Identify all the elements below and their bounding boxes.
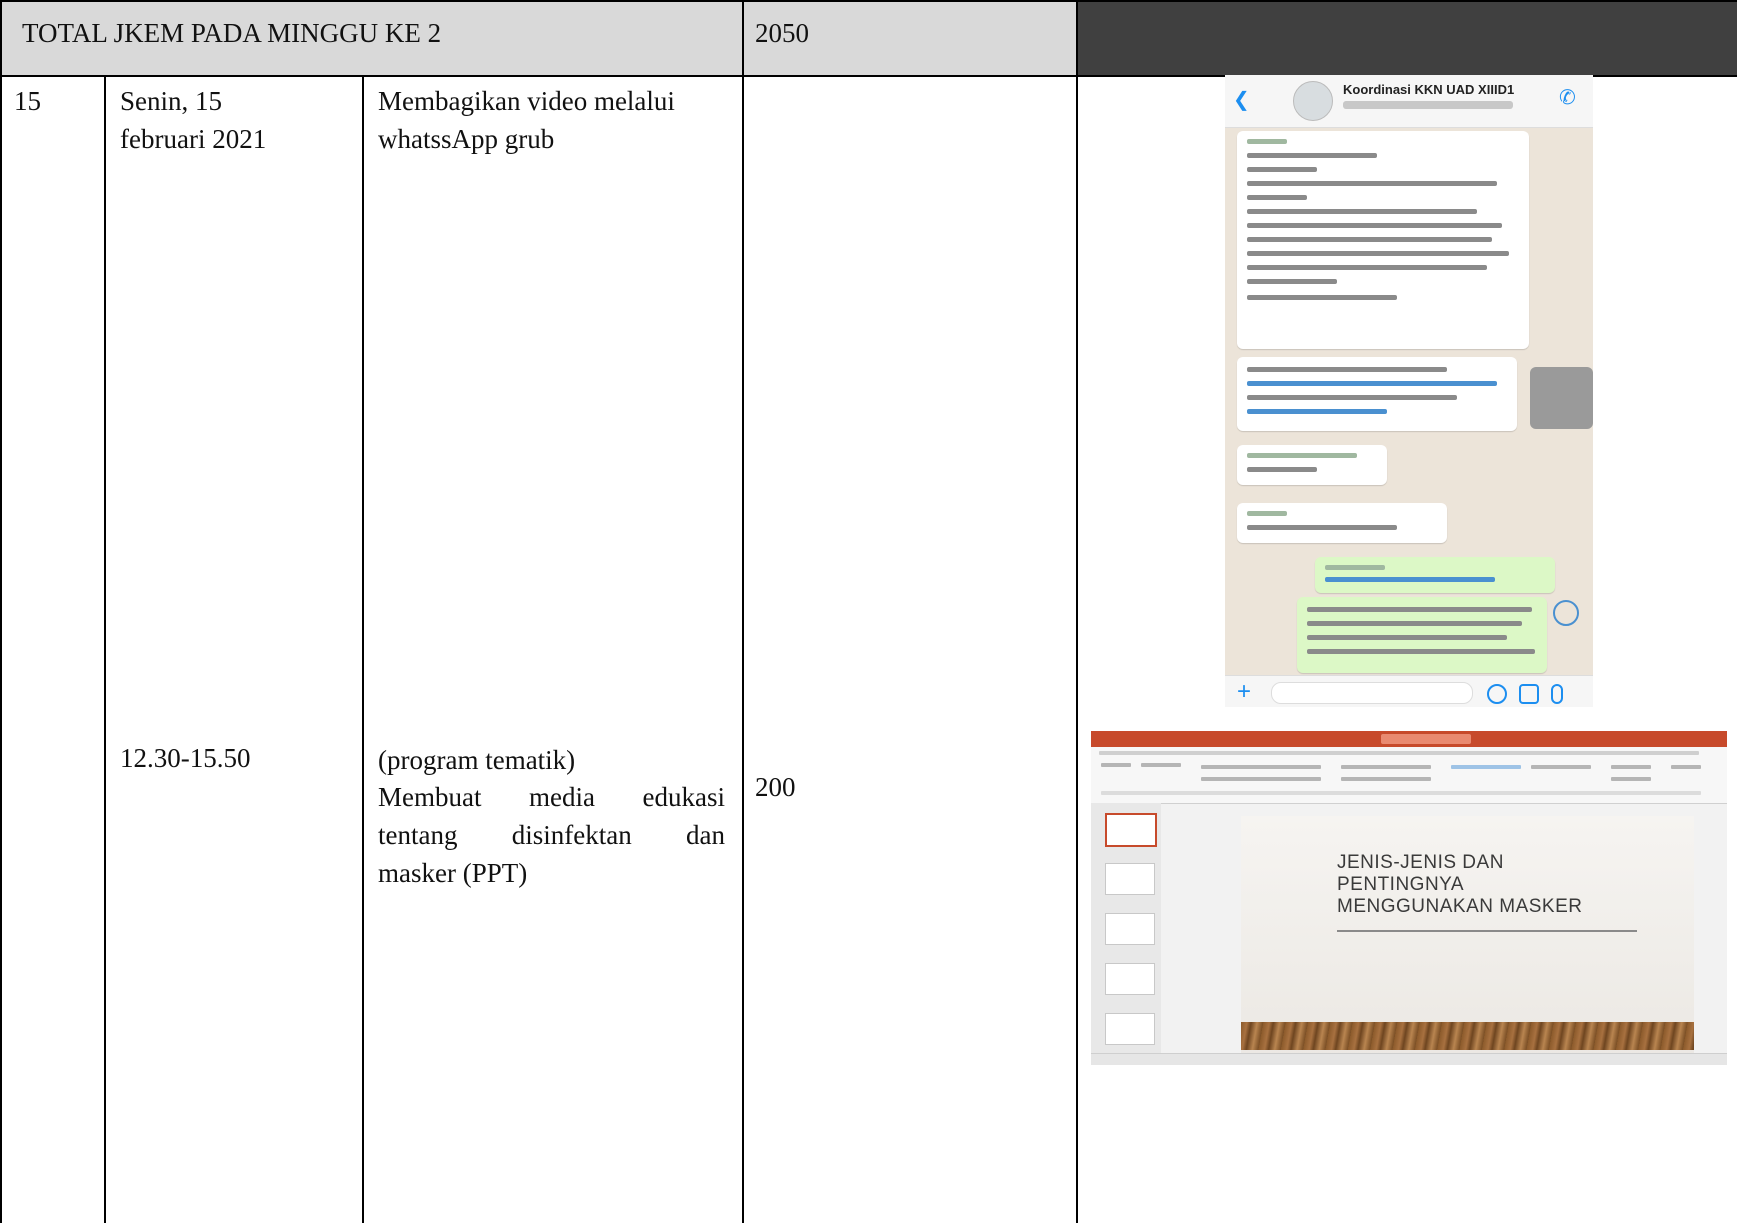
activity-2-line-2: Membuat media edukasi bbox=[378, 782, 725, 812]
message-line bbox=[1247, 195, 1307, 200]
message-link-line bbox=[1247, 381, 1497, 386]
header-total-value: 2050 bbox=[755, 18, 809, 48]
header-dark-cell bbox=[1076, 0, 1737, 75]
message-line bbox=[1307, 621, 1522, 626]
message-line bbox=[1247, 167, 1317, 172]
message-line bbox=[1247, 181, 1497, 186]
message-bubble bbox=[1237, 503, 1447, 543]
message-line bbox=[1247, 395, 1457, 400]
message-line bbox=[1247, 367, 1447, 372]
ribbon-item bbox=[1341, 777, 1431, 781]
camera-icon bbox=[1519, 684, 1539, 704]
plus-icon: + bbox=[1237, 678, 1252, 705]
activity-2-line-1: (program tematik) bbox=[378, 745, 576, 775]
slide-thumbnail bbox=[1105, 863, 1155, 895]
slide-title: JENIS-JENIS DAN PENTINGNYA MENGGUNAKAN M… bbox=[1337, 852, 1582, 918]
message-line bbox=[1247, 525, 1397, 530]
row-time: 12.30-15.50 bbox=[120, 743, 251, 773]
group-members-subtitle bbox=[1343, 101, 1513, 109]
message-line bbox=[1247, 295, 1397, 300]
table-col-divider-1 bbox=[104, 75, 106, 1223]
message-line bbox=[1247, 251, 1509, 256]
microphone-icon bbox=[1551, 684, 1563, 704]
sticker-icon bbox=[1487, 684, 1507, 704]
whatsapp-screenshot: ❮ Koordinasi KKN UAD XIIID1 ✆ + bbox=[1225, 75, 1593, 707]
message-line bbox=[1247, 223, 1502, 228]
message-line bbox=[1247, 467, 1317, 472]
row-jkem-value: 200 bbox=[755, 772, 796, 802]
ribbon-item bbox=[1101, 763, 1131, 767]
activity-1-line-1: Membagikan video melalui bbox=[378, 86, 675, 116]
sender-name-line bbox=[1247, 453, 1357, 458]
phone-add-icon: ✆ bbox=[1559, 87, 1576, 109]
whatsapp-input-bar: + bbox=[1225, 675, 1593, 707]
message-bubble bbox=[1237, 357, 1517, 431]
message-line bbox=[1325, 565, 1385, 570]
message-line bbox=[1307, 649, 1535, 654]
ribbon-item bbox=[1671, 765, 1701, 769]
table-col-divider-3 bbox=[742, 0, 744, 1223]
slide-wood-strip bbox=[1241, 1022, 1694, 1050]
check-circle-icon bbox=[1553, 600, 1579, 626]
ppt-ribbon bbox=[1091, 747, 1727, 804]
row-date-line-1: Senin, 15 bbox=[120, 86, 223, 116]
message-line bbox=[1247, 209, 1477, 214]
message-bubble-outgoing bbox=[1315, 557, 1555, 593]
slide-thumbnail bbox=[1105, 963, 1155, 995]
ppt-title-bar bbox=[1091, 731, 1727, 747]
sender-name-line bbox=[1247, 511, 1287, 516]
ribbon-item bbox=[1531, 765, 1591, 769]
whatsapp-header: ❮ Koordinasi KKN UAD XIIID1 ✆ bbox=[1225, 75, 1593, 128]
message-line bbox=[1307, 635, 1507, 640]
slide-title-line-3: MENGGUNAKAN MASKER bbox=[1337, 896, 1583, 917]
activity-2-line-4: masker (PPT) bbox=[378, 858, 528, 888]
chevron-left-icon: ❮ bbox=[1233, 89, 1250, 111]
ribbon-item bbox=[1451, 765, 1521, 769]
ribbon-item bbox=[1141, 763, 1181, 767]
message-line bbox=[1307, 607, 1532, 612]
ribbon-item bbox=[1101, 791, 1701, 795]
table-border-left bbox=[0, 0, 2, 1223]
slide-title-line-1: JENIS-JENIS DAN bbox=[1337, 852, 1504, 873]
slide-title-underline bbox=[1337, 930, 1637, 932]
group-name: Koordinasi KKN UAD XIIID1 bbox=[1343, 82, 1515, 97]
message-line bbox=[1247, 265, 1487, 270]
message-link-line bbox=[1247, 409, 1387, 414]
ppt-slide-thumbnails bbox=[1091, 803, 1161, 1053]
ribbon-tab-line bbox=[1099, 751, 1699, 755]
scroll-overlay-button bbox=[1530, 367, 1593, 429]
message-bubble-outgoing bbox=[1297, 597, 1547, 673]
slide-thumbnail bbox=[1105, 813, 1157, 847]
ribbon-item bbox=[1201, 765, 1321, 769]
message-bubble bbox=[1237, 445, 1387, 485]
slide-title-line-2: PENTINGNYA bbox=[1337, 874, 1465, 895]
ppt-slide-canvas: JENIS-JENIS DAN PENTINGNYA MENGGUNAKAN M… bbox=[1241, 816, 1694, 1061]
ribbon-item bbox=[1201, 777, 1321, 781]
ribbon-item bbox=[1611, 765, 1651, 769]
row-date-line-2: februari 2021 bbox=[120, 124, 267, 154]
ribbon-item bbox=[1611, 777, 1651, 781]
slide-thumbnail bbox=[1105, 1013, 1155, 1045]
powerpoint-screenshot: JENIS-JENIS DAN PENTINGNYA MENGGUNAKAN M… bbox=[1091, 731, 1727, 1065]
message-link-line bbox=[1325, 577, 1495, 582]
message-input bbox=[1271, 682, 1473, 704]
row-number: 15 bbox=[14, 86, 41, 116]
ribbon-item bbox=[1341, 765, 1431, 769]
table-col-divider-4 bbox=[1076, 0, 1078, 1223]
message-line bbox=[1247, 153, 1377, 158]
table-border-top bbox=[0, 0, 1737, 2]
message-bubble bbox=[1237, 131, 1529, 349]
ppt-search-box bbox=[1381, 734, 1471, 744]
sender-name-line bbox=[1247, 139, 1287, 144]
message-line bbox=[1247, 279, 1337, 284]
ppt-status-bar bbox=[1091, 1053, 1727, 1065]
group-avatar bbox=[1293, 81, 1333, 121]
activity-2-line-3: tentang disinfektan dan bbox=[378, 820, 725, 850]
activity-1-line-2: whatssApp grub bbox=[378, 124, 555, 154]
header-total-label: TOTAL JKEM PADA MINGGU KE 2 bbox=[22, 18, 442, 48]
slide-thumbnail bbox=[1105, 913, 1155, 945]
message-line bbox=[1247, 237, 1492, 242]
table-col-divider-2 bbox=[362, 75, 364, 1223]
